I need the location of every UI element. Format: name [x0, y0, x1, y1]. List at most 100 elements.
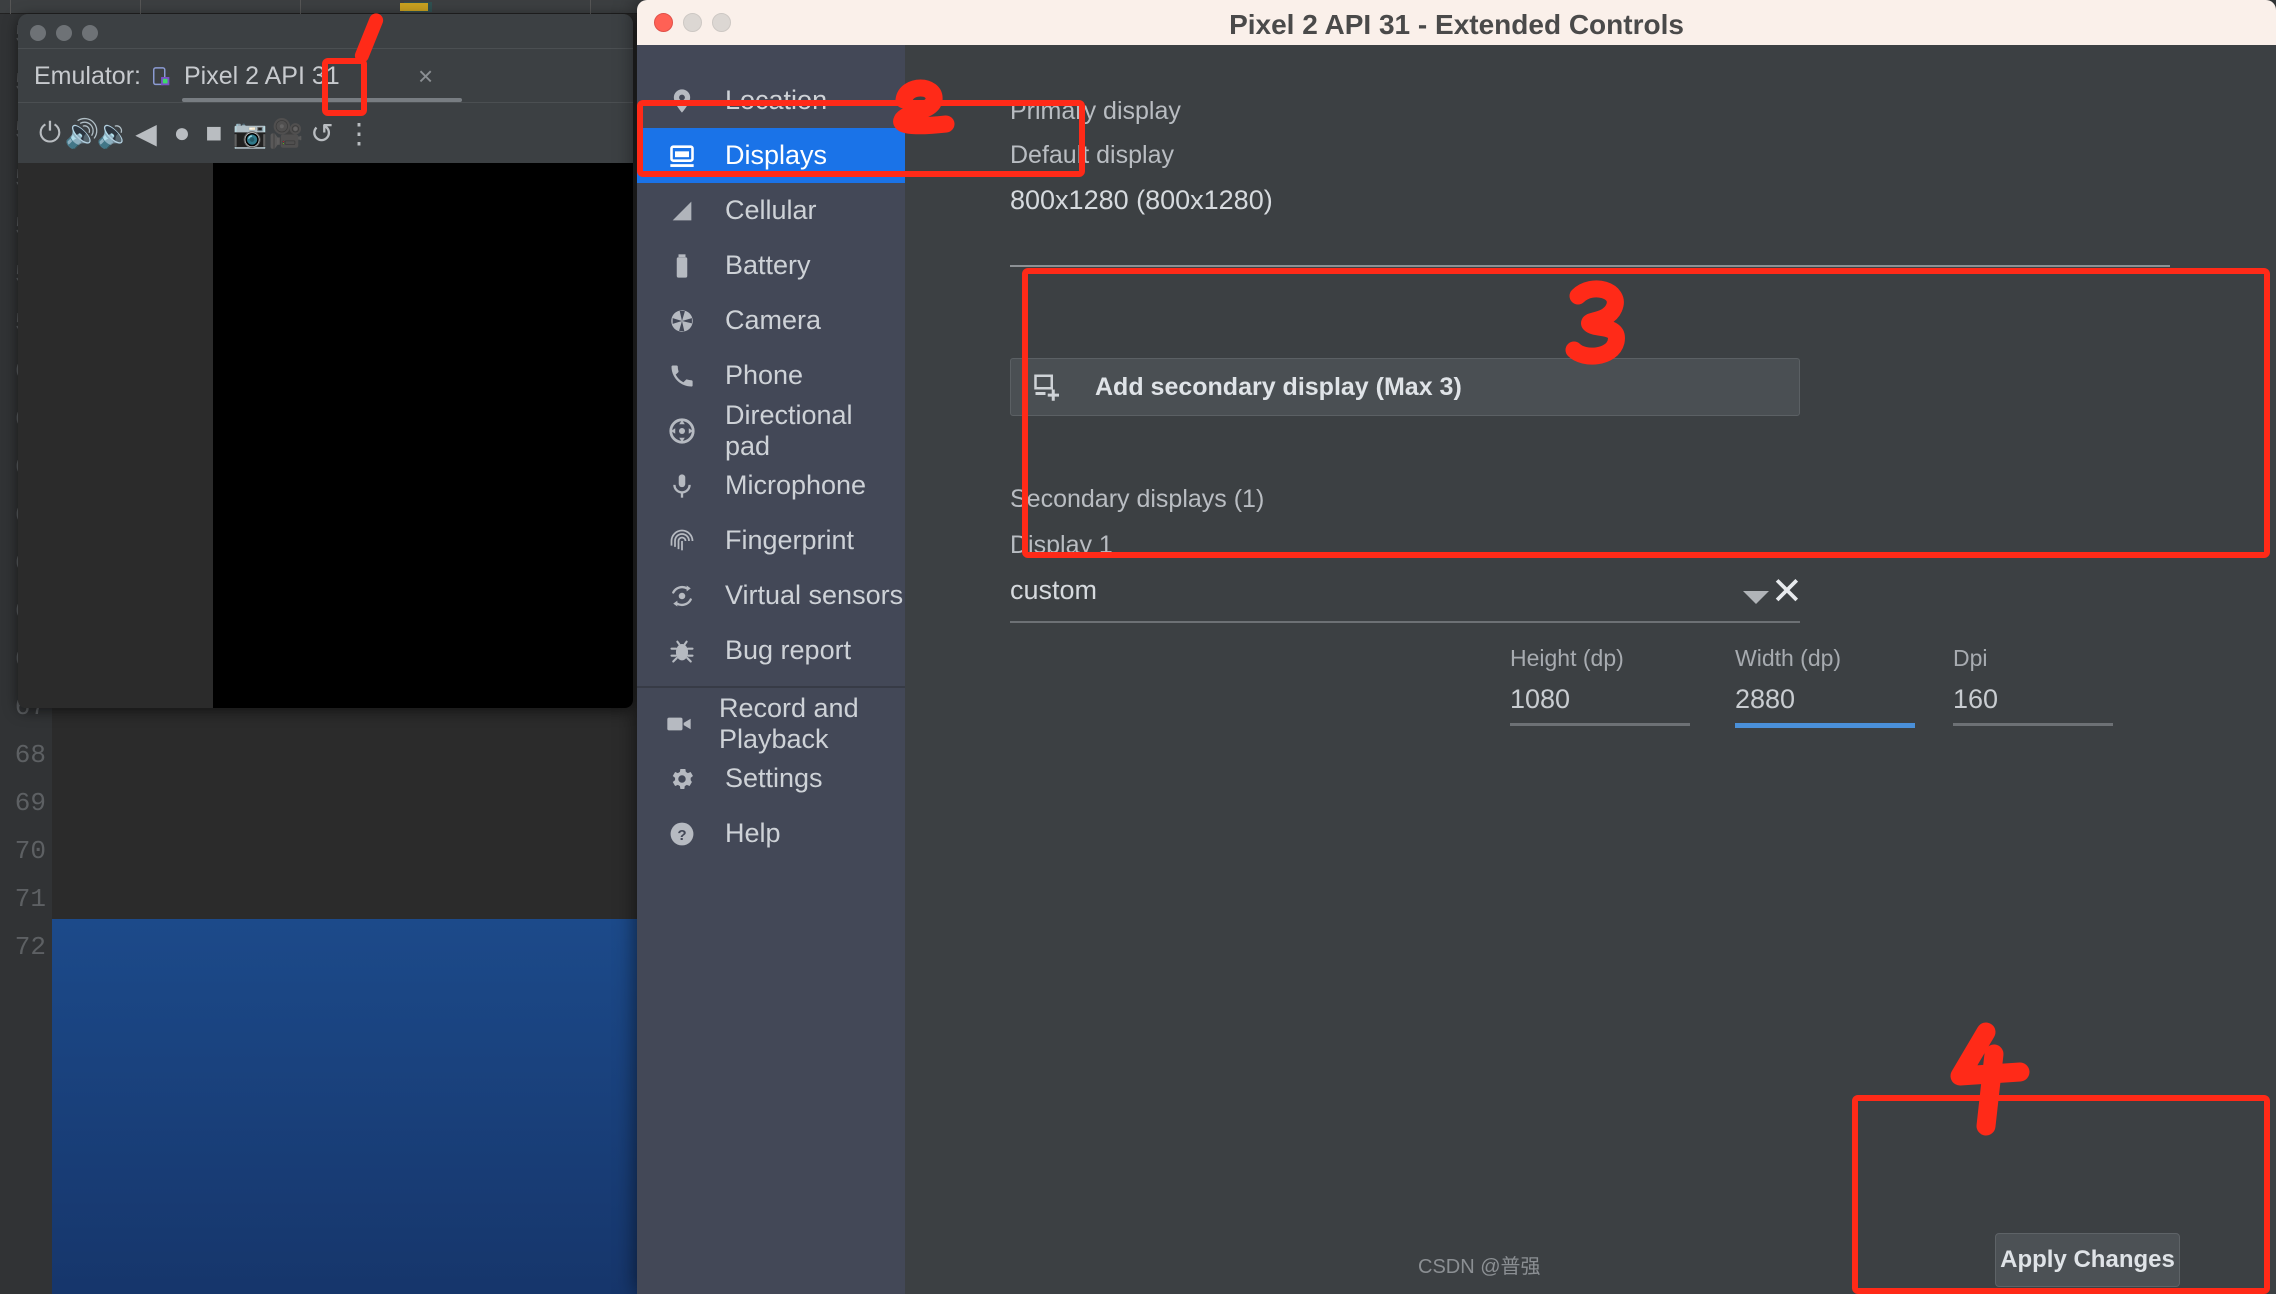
sidebar-item-camera[interactable]: Camera	[637, 293, 905, 348]
home-icon[interactable]: ●	[166, 117, 198, 149]
question-circle-icon: ?	[665, 820, 699, 848]
watermark: CSDN @普强	[1418, 1256, 1541, 1278]
width-dp-value[interactable]: 2880	[1735, 684, 1915, 715]
microphone-icon	[665, 472, 699, 500]
height-dp-value[interactable]: 1080	[1510, 684, 1690, 715]
secondary-displays-label: Secondary displays (1)	[1010, 485, 1265, 513]
display-monitor-icon	[665, 142, 699, 170]
apply-changes-button[interactable]: Apply Changes	[1995, 1233, 2180, 1287]
sidebar-item-label: Microphone	[725, 470, 867, 500]
volume-down-icon[interactable]: 🔉	[97, 117, 132, 149]
virtual-sensors-icon	[665, 582, 699, 610]
sidebar-item-battery[interactable]: Battery	[637, 238, 905, 293]
dpi-label: Dpi	[1953, 645, 1988, 671]
default-display-value: 800x1280 (800x1280)	[1010, 185, 1273, 215]
sidebar-item-cellular[interactable]: Cellular	[637, 183, 905, 238]
emulator-tabbar: Emulator: Pixel 2 API 31 ×	[18, 48, 633, 103]
default-display-label: Default display	[1010, 141, 1174, 169]
back-icon[interactable]: ◀	[130, 117, 162, 149]
location-pin-icon	[665, 87, 699, 115]
sidebar-item-displays[interactable]: Displays	[637, 128, 905, 183]
extended-controls-titlebar: Pixel 2 API 31 - Extended Controls	[637, 0, 2276, 45]
display-preset-underline	[1010, 621, 1800, 623]
svg-text:?: ?	[677, 826, 686, 843]
primary-display-label: Primary display	[1010, 97, 1181, 125]
sidebar-item-fingerprint[interactable]: Fingerprint	[637, 513, 905, 568]
height-dp-field[interactable]: Height (dp) 1080	[1510, 645, 1690, 726]
line-number: 71	[14, 884, 46, 914]
emulator-tab-name[interactable]: Pixel 2 API 31	[184, 62, 340, 91]
battery-icon	[665, 252, 699, 280]
line-number: 70	[14, 836, 46, 866]
sidebar-item-label: Record and Playback	[719, 692, 859, 754]
emulator-label: Emulator:	[34, 62, 141, 90]
camera-aperture-icon	[665, 307, 699, 335]
chevron-down-icon[interactable]	[1743, 591, 1769, 604]
remove-display-close-icon[interactable]: ✕	[1771, 573, 1803, 611]
overview-icon[interactable]: ■	[198, 117, 230, 149]
displays-panel: Primary display Default display 800x1280…	[905, 45, 2276, 1294]
line-number: 68	[14, 740, 46, 770]
signal-bars-icon	[665, 197, 699, 225]
sidebar-item-label: Battery	[725, 250, 811, 280]
sidebar-item-label: Bug report	[725, 635, 852, 665]
dpad-icon	[665, 417, 699, 445]
sidebar-item-label: Help	[725, 818, 781, 848]
sidebar-item-bug-report[interactable]: Bug report	[637, 623, 905, 678]
add-display-icon	[1031, 370, 1065, 404]
sidebar-item-label: Camera	[725, 305, 822, 335]
sidebar-item-label: Displays	[725, 140, 828, 170]
dpi-value[interactable]: 160	[1953, 684, 2113, 715]
rotate-icon[interactable]: ↺	[306, 117, 338, 149]
sidebar-item-label: Fingerprint	[725, 525, 855, 555]
power-icon[interactable]: ⏻	[34, 117, 66, 149]
emulator-tab-close-icon[interactable]: ×	[418, 61, 433, 92]
fingerprint-icon	[665, 527, 699, 555]
sidebar-item-directional-pad[interactable]: Directional pad	[637, 400, 905, 461]
window-title: Pixel 2 API 31 - Extended Controls	[1229, 9, 1684, 40]
width-dp-underline	[1735, 723, 1915, 728]
sidebar-item-location[interactable]: Location	[637, 73, 905, 128]
dpi-underline	[1953, 723, 2113, 726]
more-icon[interactable]: ⋮	[343, 117, 375, 149]
sidebar-item-label: Phone	[725, 360, 804, 390]
emulator-window[interactable]: Emulator: Pixel 2 API 31 × ⏻ 🔊 🔉 ◀ ● ■ 📷 🎥 ↺ ⋮	[18, 14, 633, 708]
sidebar-item-virtual-sensors[interactable]: Virtual sensors	[637, 568, 905, 623]
add-secondary-display-label: Add secondary display (Max 3)	[1095, 372, 1462, 401]
sidebar: Location Displays Cellular Battery Camera Pho…	[637, 45, 905, 1294]
line-number: 69	[14, 788, 46, 818]
emulator-minimize-button[interactable]	[56, 25, 72, 41]
emulator-screen[interactable]	[18, 163, 633, 708]
emulator-close-button[interactable]	[30, 25, 46, 41]
sidebar-item-record-and-playback[interactable]: Record and Playback	[637, 693, 905, 754]
sidebar-item-settings[interactable]: Settings	[637, 751, 905, 806]
sidebar-item-phone[interactable]: Phone	[637, 348, 905, 403]
record-icon[interactable]: 🎥	[269, 117, 304, 149]
emulator-titlebar	[18, 14, 633, 48]
sidebar-item-help[interactable]: ? Help	[637, 806, 905, 861]
device-icon	[153, 67, 170, 86]
volume-up-icon[interactable]: 🔊	[65, 117, 100, 149]
sidebar-item-label: Directional pad	[724, 399, 853, 461]
emulator-screen-black-area	[213, 163, 633, 708]
line-number: 72	[14, 932, 46, 962]
sidebar-item-label: Settings	[725, 763, 823, 793]
apply-changes-label: Apply Changes	[2000, 1246, 2175, 1273]
display-preset-value[interactable]: custom	[1010, 575, 1097, 606]
dpi-field[interactable]: Dpi 160	[1953, 645, 2113, 726]
emulator-toolbar: ⏻ 🔊 🔉 ◀ ● ■ 📷 🎥 ↺ ⋮	[18, 103, 633, 163]
sidebar-divider	[637, 686, 905, 688]
sidebar-item-label: Location	[725, 85, 828, 115]
screenshot-icon[interactable]: 📷	[233, 117, 268, 149]
sidebar-item-label: Cellular	[725, 195, 817, 225]
emulator-zoom-button[interactable]	[82, 25, 98, 41]
display-entry-label: Display 1	[1010, 531, 1113, 559]
panel-divider	[1010, 265, 2170, 267]
phone-icon	[665, 362, 699, 390]
width-dp-field[interactable]: Width (dp) 2880	[1735, 645, 1915, 728]
extended-controls-window[interactable]: Pixel 2 API 31 - Extended Controls Locat…	[637, 0, 2276, 1294]
gear-icon	[665, 765, 699, 793]
add-secondary-display-button[interactable]: Add secondary display (Max 3)	[1010, 358, 1800, 416]
sidebar-item-microphone[interactable]: Microphone	[637, 458, 905, 513]
bug-icon	[665, 637, 699, 665]
